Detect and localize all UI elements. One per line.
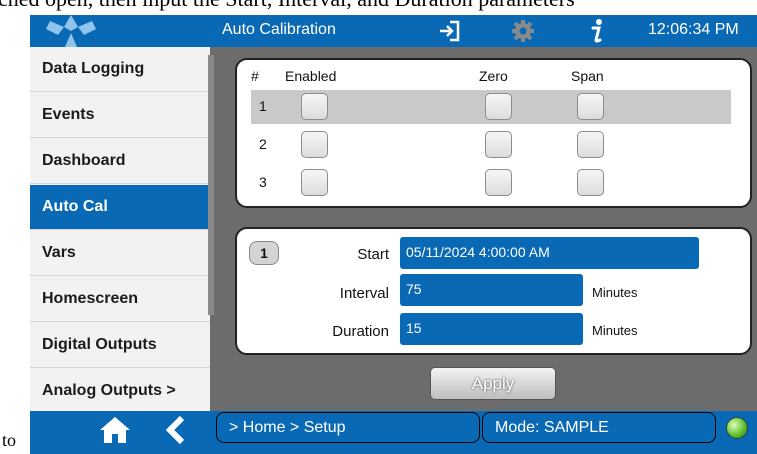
sidebar-item-dashboard[interactable]: Dashboard [30, 139, 210, 184]
interval-field[interactable]: 75 [400, 274, 583, 306]
schedule-table: # Enabled Zero Span 1 2 3 [235, 58, 752, 208]
column-header-number: # [251, 68, 259, 84]
sidebar-item-label: Events [42, 106, 95, 123]
sidebar-item-label: Auto Cal [42, 198, 108, 215]
top-bar: Auto Calibration 12:06:34 PM [30, 15, 757, 47]
apply-button[interactable]: Apply [430, 367, 556, 400]
duration-field[interactable]: 15 [400, 313, 583, 345]
sidebar-item-analog-outputs[interactable]: Analog Outputs > [30, 369, 210, 414]
sidebar-item-data-logging[interactable]: Data Logging [30, 47, 210, 92]
row-number: 1 [259, 98, 267, 114]
row-number: 2 [259, 136, 267, 152]
start-label: Start [357, 246, 389, 263]
table-row[interactable]: 3 [251, 166, 731, 200]
column-header-span: Span [571, 68, 604, 84]
info-icon[interactable] [582, 17, 612, 45]
instrument-screen: Auto Calibration 12:06:34 PM Data Loggin… [30, 15, 757, 454]
clock: 12:06:34 PM [648, 21, 739, 38]
sequence-badge: 1 [249, 241, 279, 265]
interval-unit: Minutes [592, 285, 638, 300]
home-icon[interactable] [98, 415, 132, 445]
parameters-panel: 1 Start 05/11/2024 4:00:00 AM Interval 7… [235, 227, 752, 355]
sidebar-item-label: Vars [42, 244, 76, 261]
span-checkbox[interactable] [577, 131, 604, 158]
table-row[interactable]: 1 [251, 90, 731, 124]
start-field[interactable]: 05/11/2024 4:00:00 AM [400, 237, 699, 269]
duration-unit: Minutes [592, 323, 638, 338]
bottom-bar: > Home > Setup Mode: SAMPLE [30, 411, 757, 454]
logo-icon [44, 15, 98, 47]
sidebar-item-events[interactable]: Events [30, 93, 210, 138]
document-caption-bottom: to [2, 430, 17, 450]
page-title: Auto Calibration [222, 21, 336, 38]
sidebar-item-label: Analog Outputs > [42, 382, 176, 399]
enabled-checkbox[interactable] [301, 93, 328, 120]
table-row[interactable]: 2 [251, 128, 731, 162]
mode-indicator: Mode: SAMPLE [482, 412, 716, 443]
sidebar-item-auto-cal[interactable]: Auto Cal [30, 185, 210, 230]
span-checkbox[interactable] [577, 93, 604, 120]
interval-label: Interval [339, 285, 389, 302]
row-number: 3 [259, 174, 267, 190]
enabled-checkbox[interactable] [301, 169, 328, 196]
back-icon[interactable] [162, 415, 190, 445]
breadcrumb[interactable]: > Home > Setup [216, 412, 480, 443]
document-caption-top: ched open, then input the Start, Interva… [0, 0, 575, 12]
sidebar-item-label: Digital Outputs [42, 336, 157, 353]
sidebar: Data Logging Events Dashboard Auto Cal V… [30, 47, 210, 419]
sidebar-item-vars[interactable]: Vars [30, 231, 210, 276]
zero-checkbox[interactable] [485, 169, 512, 196]
sidebar-item-label: Homescreen [42, 290, 139, 307]
sidebar-item-digital-outputs[interactable]: Digital Outputs [30, 323, 210, 368]
enabled-checkbox[interactable] [301, 131, 328, 158]
sidebar-item-homescreen[interactable]: Homescreen [30, 277, 210, 322]
span-checkbox[interactable] [577, 169, 604, 196]
duration-label: Duration [332, 323, 389, 340]
gear-icon[interactable] [508, 17, 538, 45]
zero-checkbox[interactable] [485, 131, 512, 158]
zero-checkbox[interactable] [485, 93, 512, 120]
status-led-icon [726, 417, 748, 439]
column-header-enabled: Enabled [285, 68, 337, 84]
sidebar-item-label: Dashboard [42, 152, 126, 169]
exit-icon[interactable] [434, 17, 464, 45]
column-header-zero: Zero [479, 68, 508, 84]
sidebar-scrollbar[interactable] [208, 55, 214, 315]
sidebar-item-label: Data Logging [42, 60, 145, 77]
